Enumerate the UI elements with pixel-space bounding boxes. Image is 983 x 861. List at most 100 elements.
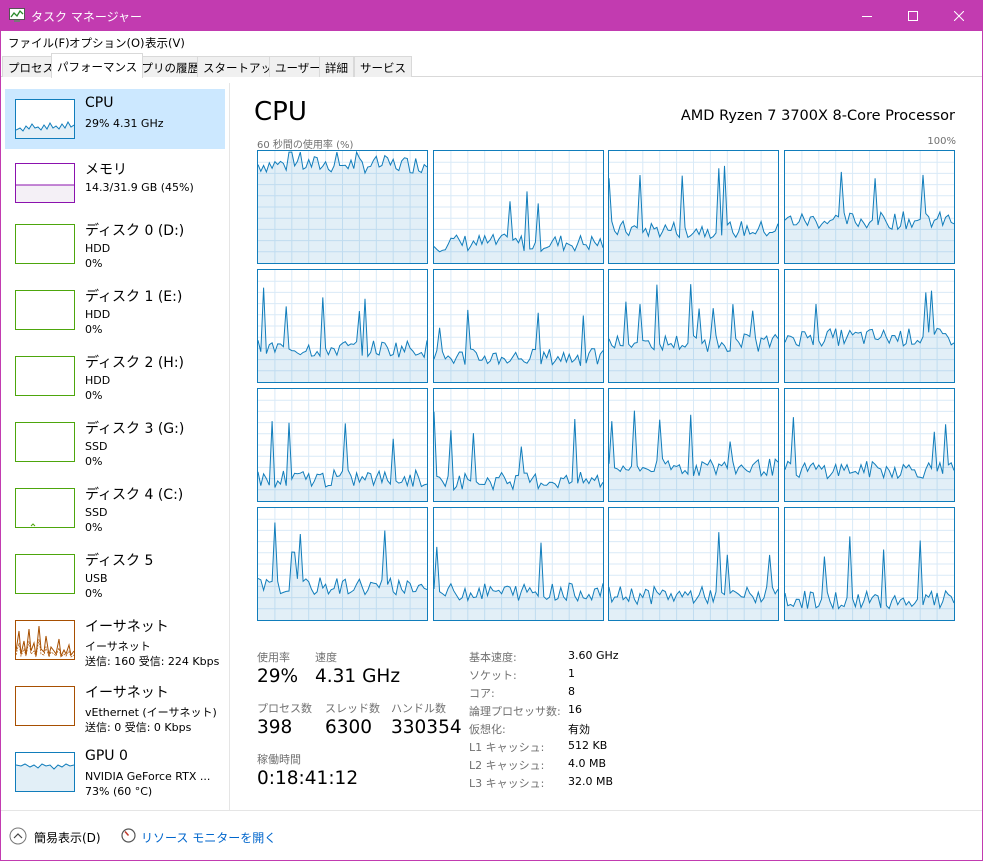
base-speed-label: 基本速度: (469, 651, 517, 664)
l3-cache-value: 32.0 MB (568, 775, 614, 788)
sidebar-disk0-type: HDD (85, 242, 111, 255)
sidebar-item-disk-3[interactable]: ディスク 3 (G:) SSD 0% (5, 412, 225, 472)
sockets-label: ソケット: (469, 669, 517, 682)
usage-area (258, 152, 427, 263)
speed-label: 速度 (315, 651, 337, 664)
core-usage-chart (784, 508, 954, 620)
core-usage-chart (609, 270, 778, 382)
memory-thumbnail-graph (15, 163, 75, 203)
sidebar-ethernet1-adapter: vEthernet (イーサネット) (85, 706, 217, 719)
utilization-label: 使用率 (257, 651, 290, 664)
handles-value: 330354 (391, 717, 462, 738)
sidebar-item-disk-5[interactable]: ディスク 5 USB 0% (5, 544, 225, 604)
sidebar-item-memory[interactable]: メモリ 14.3/31.9 GB (45%) (5, 153, 225, 213)
ethernet0-mini-chart (15, 625, 75, 659)
fewer-details-link[interactable]: 簡易表示(D) (34, 829, 101, 846)
chevron-up-icon[interactable] (9, 827, 27, 845)
title-bar[interactable]: タスク マネージャー (1, 1, 982, 31)
sidebar-memory-name: メモリ (85, 162, 127, 178)
cpu-detail-panel: CPU AMD Ryzen 7 3700X 8-Core Processor 6… (241, 83, 971, 810)
logical-processor-graph (608, 269, 779, 383)
sidebar-ethernet1-name: イーサネット (85, 685, 169, 701)
core-usage-chart (258, 270, 427, 382)
sidebar-cpu-name: CPU (85, 95, 114, 111)
disk4-thumbnail-graph (15, 488, 75, 528)
graph-axis-label: 60 秒間の使用率 (%) (257, 140, 354, 151)
sidebar-disk4-type: SSD (85, 506, 108, 519)
sidebar-item-cpu[interactable]: CPU 29% 4.31 GHz (5, 89, 225, 149)
minimize-icon (862, 16, 872, 17)
sidebar-item-gpu-0[interactable]: GPU 0 NVIDIA GeForce RTX ... 73% (60 °C) (5, 742, 225, 802)
sidebar-item-disk-4[interactable]: ディスク 4 (C:) SSD 0% (5, 478, 225, 538)
logical-processors-label: 論理プロセッサ数: (469, 705, 561, 718)
uptime-value: 0:18:41:12 (257, 768, 359, 789)
sidebar-disk2-usage: 0% (85, 389, 103, 402)
logical-processor-graph (608, 150, 779, 264)
task-manager-icon (9, 8, 25, 22)
processes-label: プロセス数 (257, 702, 312, 715)
sidebar-disk1-name: ディスク 1 (E:) (85, 289, 183, 305)
sidebar-disk2-type: HDD (85, 374, 111, 387)
close-button[interactable] (936, 1, 982, 31)
l2-cache-label: L2 キャッシュ: (469, 759, 545, 772)
logical-processor-graph (257, 388, 428, 502)
threads-label: スレッド数 (325, 702, 380, 715)
core-usage-chart (258, 508, 427, 620)
menu-view[interactable]: 表示(V) (145, 35, 185, 51)
uptime-label: 稼働時間 (257, 753, 301, 766)
sidebar-disk4-name: ディスク 4 (C:) (85, 487, 184, 503)
core-usage-chart (609, 508, 778, 620)
core-usage-chart (784, 270, 954, 382)
menu-options[interactable]: オプション(O) (69, 35, 145, 51)
sidebar-item-disk-2[interactable]: ディスク 2 (H:) HDD 0% (5, 346, 225, 406)
tab-details[interactable]: 詳細 (319, 56, 354, 77)
logical-processors-value: 16 (568, 703, 582, 716)
logical-processor-graph (257, 507, 428, 621)
minimize-button[interactable] (844, 1, 890, 31)
cpu-model-name: AMD Ryzen 7 3700X 8-Core Processor (680, 108, 955, 124)
maximize-icon (908, 11, 918, 21)
resource-sidebar: CPU 29% 4.31 GHz メモリ 14.3/31.9 GB (45%) … (1, 83, 230, 810)
cpu-mini-chart (15, 120, 75, 138)
tab-services[interactable]: サービス (354, 56, 412, 77)
sidebar-ethernet0-throughput: 送信: 160 受信: 224 Kbps (85, 655, 220, 668)
threads-value: 6300 (325, 717, 373, 738)
sockets-value: 1 (568, 667, 575, 680)
resource-monitor-icon[interactable] (121, 828, 136, 843)
sidebar-disk5-name: ディスク 5 (85, 553, 154, 569)
logical-processor-graph (608, 507, 779, 621)
gpu0-mini-chart (15, 763, 75, 791)
disk5-thumbnail-graph (15, 554, 75, 594)
sidebar-item-disk-0[interactable]: ディスク 0 (D:) HDD 0% (5, 214, 225, 274)
sidebar-item-ethernet-0[interactable]: イーサネット イーサネット 送信: 160 受信: 224 Kbps (5, 610, 225, 670)
sidebar-disk5-type: USB (85, 572, 108, 585)
logical-processor-graph (783, 150, 955, 264)
l2-cache-value: 4.0 MB (568, 757, 607, 770)
sidebar-ethernet0-name: イーサネット (85, 619, 169, 635)
maximize-button[interactable] (890, 1, 936, 31)
virtualization-label: 仮想化: (469, 723, 506, 736)
disk2-thumbnail-graph (15, 356, 75, 396)
core-usage-chart (433, 389, 603, 501)
tab-performance[interactable]: パフォーマンス (51, 53, 144, 78)
core-usage-chart (433, 508, 603, 620)
base-speed-value: 3.60 GHz (568, 649, 619, 662)
logical-processor-graph (783, 507, 955, 621)
logical-processor-graph (783, 388, 955, 502)
sidebar-disk2-name: ディスク 2 (H:) (85, 355, 184, 371)
sidebar-disk5-usage: 0% (85, 587, 103, 600)
menu-file[interactable]: ファイル(F) (8, 35, 70, 51)
window-title: タスク マネージャー (31, 10, 142, 24)
graph-max-label: 100% (927, 136, 956, 147)
open-resource-monitor-link[interactable]: リソース モニターを開く (141, 829, 276, 846)
logical-processor-graph (432, 388, 604, 502)
tab-bar: プロセス パフォーマンス アプリの履歴 スタートアップ ユーザー 詳細 サービス (1, 53, 982, 78)
sidebar-gpu0-name: GPU 0 (85, 748, 128, 764)
memory-mini-chart (16, 184, 74, 202)
sidebar-gpu0-model: NVIDIA GeForce RTX ... (85, 770, 211, 783)
logical-processor-graph (432, 507, 604, 621)
logical-processor-graphs (257, 150, 957, 623)
core-usage-chart (784, 151, 954, 263)
sidebar-item-disk-1[interactable]: ディスク 1 (E:) HDD 0% (5, 280, 225, 340)
sidebar-item-ethernet-1[interactable]: イーサネット vEthernet (イーサネット) 送信: 0 受信: 0 Kb… (5, 676, 225, 736)
